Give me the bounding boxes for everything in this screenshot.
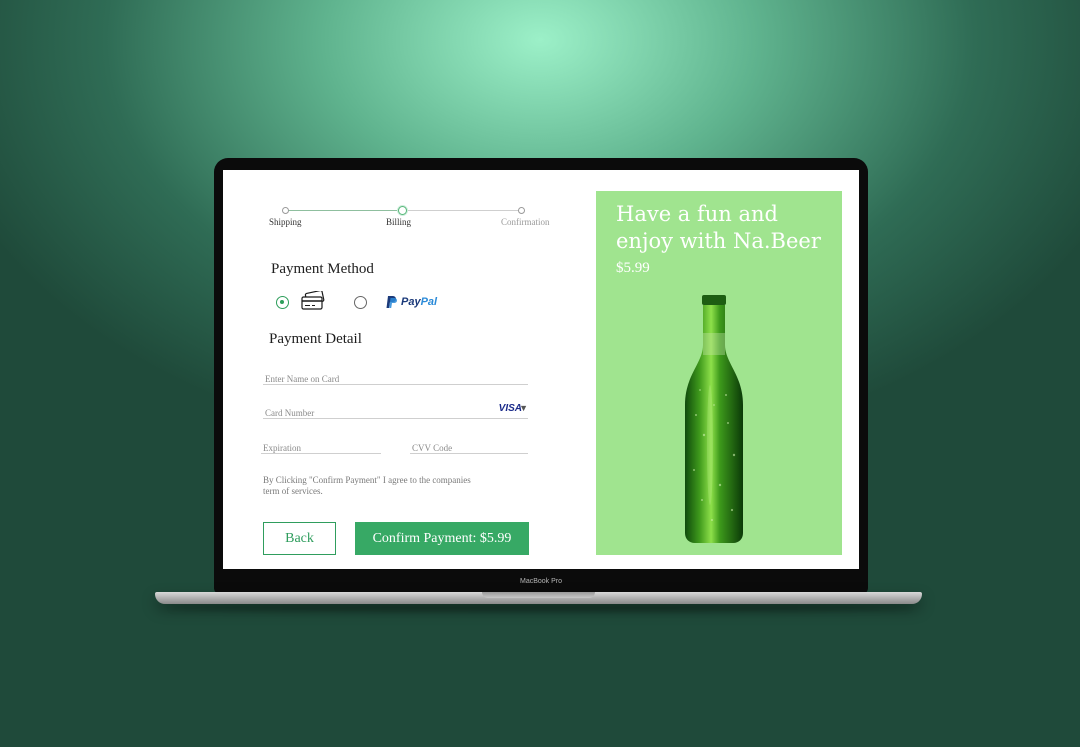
step-dot-shipping [282,207,289,214]
laptop-shadow [170,604,910,612]
beer-bottle-image [682,295,746,550]
step-label-shipping[interactable]: Shipping [269,217,302,227]
payment-method-title: Payment Method [271,261,374,277]
payment-detail-title: Payment Detail [269,331,362,347]
expiration-field [261,438,385,454]
card-number-field: VISA ▼ [263,403,528,419]
cvv-field [410,438,532,454]
card-number-input[interactable] [263,408,467,418]
expiration-input[interactable] [261,443,385,453]
step-label-confirmation[interactable]: Confirmation [501,217,550,227]
laptop-notch [482,592,595,598]
paypal-label[interactable]: PayPal [401,296,437,308]
step-dot-billing [398,206,407,215]
checkout-screen: Shipping Billing Confirmation Payment Me… [223,170,859,569]
card-brand-dropdown-icon[interactable]: ▼ [519,403,528,413]
cvv-input[interactable] [410,443,532,453]
step-connector-1 [285,210,400,211]
paypal-radio[interactable] [354,296,367,309]
promo-title: Have a fun and enjoy with Na.Beer [616,202,821,253]
step-label-billing[interactable]: Billing [386,217,411,227]
terms-notice: By Clicking "Confirm Payment" I agree to… [263,475,471,496]
name-on-card-input[interactable] [263,374,532,384]
paypal-logo-icon [386,295,397,314]
name-on-card-field [263,369,532,385]
confirm-payment-button[interactable]: Confirm Payment: $5.99 [355,522,529,555]
back-button[interactable]: Back [263,522,336,555]
step-dot-confirmation [518,207,525,214]
step-connector-2 [405,210,521,211]
credit-card-icon [301,289,325,315]
product-promo-panel: Have a fun and enjoy with Na.Beer $5.99 [596,191,842,555]
paypal-label-part2: Pal [420,296,438,308]
promo-price: $5.99 [616,260,650,276]
credit-card-radio[interactable] [276,296,289,309]
paypal-label-part1: Pay [401,296,421,308]
device-label: MacBook Pro [519,578,563,585]
